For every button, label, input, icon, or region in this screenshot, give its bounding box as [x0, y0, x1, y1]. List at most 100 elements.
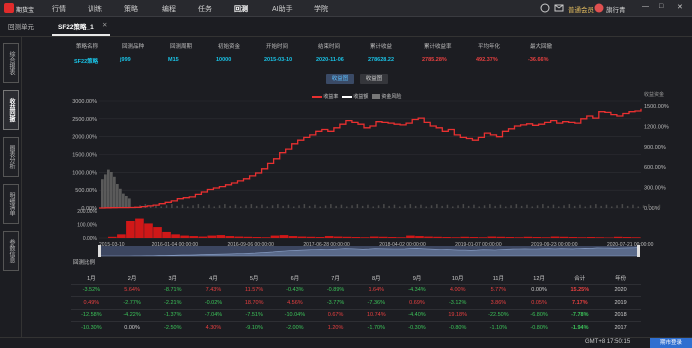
risk-bar-6	[119, 189, 122, 208]
risk-tick-77	[542, 204, 544, 208]
nav-item-backtest[interactable]: 回测	[234, 4, 248, 14]
risk-tick-30	[293, 207, 295, 209]
drawdown-bar-1	[108, 237, 117, 238]
drawdown-bar-18	[262, 237, 271, 238]
scrubber-left-handle[interactable]	[98, 245, 101, 257]
risk-bar-0	[101, 179, 104, 208]
risk-tick-86	[590, 205, 592, 208]
y-right-tick-4: 300.00%	[644, 186, 666, 192]
risk-tick-76	[537, 205, 539, 208]
side-tab-parameters[interactable]: 参数信息	[3, 231, 19, 271]
y-left-tick-4: 1000.00%	[72, 170, 97, 176]
risk-tick-88	[600, 206, 602, 208]
scrubber-right-handle[interactable]	[637, 245, 640, 257]
avatar-icon[interactable]	[594, 3, 604, 13]
nav-item-training[interactable]: 训练	[88, 4, 102, 14]
risk-tick-29	[288, 205, 290, 208]
month-header-5: 6月	[275, 272, 316, 284]
risk-tick-36	[325, 205, 327, 208]
risk-tick-92	[622, 204, 624, 208]
maximize-button[interactable]: □	[659, 3, 663, 10]
drawdown-bar-59	[632, 237, 641, 238]
month-header-6: 7月	[315, 272, 356, 284]
chat-icon[interactable]	[540, 3, 550, 13]
month-header-13: 年份	[600, 272, 641, 284]
risk-tick-69	[500, 205, 502, 208]
risk-bar-5	[116, 184, 119, 208]
risk-tick-71	[510, 205, 512, 208]
drawdown-bar-50	[551, 237, 560, 238]
side-tab-summary[interactable]: 综合报表	[3, 43, 19, 83]
active-tab-indicator	[52, 34, 110, 36]
side-tab-chart-analysis[interactable]: 图表分析	[3, 137, 19, 177]
drawdown-bar-26	[334, 237, 343, 238]
table-cell: -7.78%	[559, 309, 600, 322]
drawdown-bar-42	[478, 237, 487, 238]
risk-tick-63	[468, 206, 470, 208]
risk-tick-33	[309, 206, 311, 208]
risk-tick-48	[388, 206, 390, 208]
summary-header-1: 回测品种	[122, 42, 144, 50]
risk-tick-7	[171, 204, 173, 208]
drawdown-bar-39	[451, 237, 460, 238]
nav-item-market[interactable]: 行情	[52, 4, 66, 14]
drawdown-bar-16	[244, 237, 253, 238]
tab-sf22-strategy[interactable]: SF22策略_1	[58, 21, 94, 31]
table-cell: 15.25%	[559, 284, 600, 297]
risk-tick-57	[436, 204, 438, 208]
table-cell: 7.17%	[559, 297, 600, 310]
tab-backtest-unit[interactable]: 回测单元	[8, 21, 34, 31]
table-cell: -10.04%	[275, 309, 316, 322]
risk-tick-59	[447, 205, 449, 208]
summary-header-0: 策略名称	[76, 42, 98, 50]
table-cell: 5.64%	[112, 284, 153, 297]
risk-tick-28	[282, 206, 284, 208]
toggle-profit-chart[interactable]: 收益图	[360, 74, 388, 84]
table-cell: -0.80%	[437, 322, 478, 335]
table-cell: -4.34%	[397, 284, 438, 297]
drawdown-bar-7	[162, 232, 171, 238]
nav-item-tasks[interactable]: 任务	[198, 4, 212, 14]
nav-item-programming[interactable]: 编程	[162, 4, 176, 14]
month-header-3: 4月	[193, 272, 234, 284]
side-tab-detail-list[interactable]: 明细清单	[3, 184, 19, 224]
month-header-9: 10月	[437, 272, 478, 284]
table-cell: -4.40%	[397, 309, 438, 322]
toggle-return-chart[interactable]: 收益图	[326, 74, 354, 84]
table-cell: -7.51%	[234, 309, 275, 322]
drawdown-bar-40	[460, 237, 469, 238]
summary-value-0: SF22策略	[74, 57, 98, 65]
user-name[interactable]: 旗行青	[606, 4, 626, 14]
drawdown-bar-38	[442, 237, 451, 238]
summary-header-2: 回测周期	[170, 42, 192, 50]
risk-tick-55	[426, 207, 428, 209]
table-cell: 2019	[600, 297, 641, 310]
tab-close-icon[interactable]: ✕	[102, 21, 107, 29]
drawdown-bar-20	[280, 235, 289, 238]
table-cell: 2020	[600, 284, 641, 297]
nav-item-ai-assistant[interactable]: AI助手	[272, 4, 293, 14]
y-right-tick-2: 900.00%	[644, 145, 666, 151]
mail-icon[interactable]	[554, 3, 564, 13]
risk-tick-20	[240, 207, 242, 209]
table-row: -10.30%0.00%-2.50%4.30%-9.10%-2.00%1.20%…	[71, 322, 641, 335]
side-tab-return-drawdown[interactable]: 收益回撤	[3, 90, 19, 130]
drawdown-bar-28	[352, 237, 361, 238]
risk-tick-15	[214, 207, 216, 209]
risk-tick-87	[595, 204, 597, 208]
minimize-button[interactable]: —	[642, 3, 649, 10]
nav-item-academy[interactable]: 学院	[314, 4, 328, 14]
nav-item-strategy[interactable]: 策略	[124, 4, 138, 14]
y-right-tick-1: 1200.00%	[644, 124, 669, 130]
y-right-tick-5: 0.00%	[644, 206, 660, 212]
table-cell: -12.58%	[71, 309, 112, 322]
risk-tick-17	[224, 204, 226, 208]
y-left-tick-3: 1500.00%	[72, 153, 97, 159]
drawdown-bar-45	[506, 237, 515, 238]
table-cell: -2.00%	[275, 322, 316, 335]
table-cell: -0.02%	[193, 297, 234, 310]
table-cell: 18.70%	[234, 297, 275, 310]
close-window-button[interactable]: ✕	[677, 3, 683, 11]
equity-curve-chart[interactable]: 3000.00%2500.00%2000.00%1500.00%1000.00%…	[71, 93, 671, 263]
range-scrubber[interactable]	[71, 244, 641, 258]
